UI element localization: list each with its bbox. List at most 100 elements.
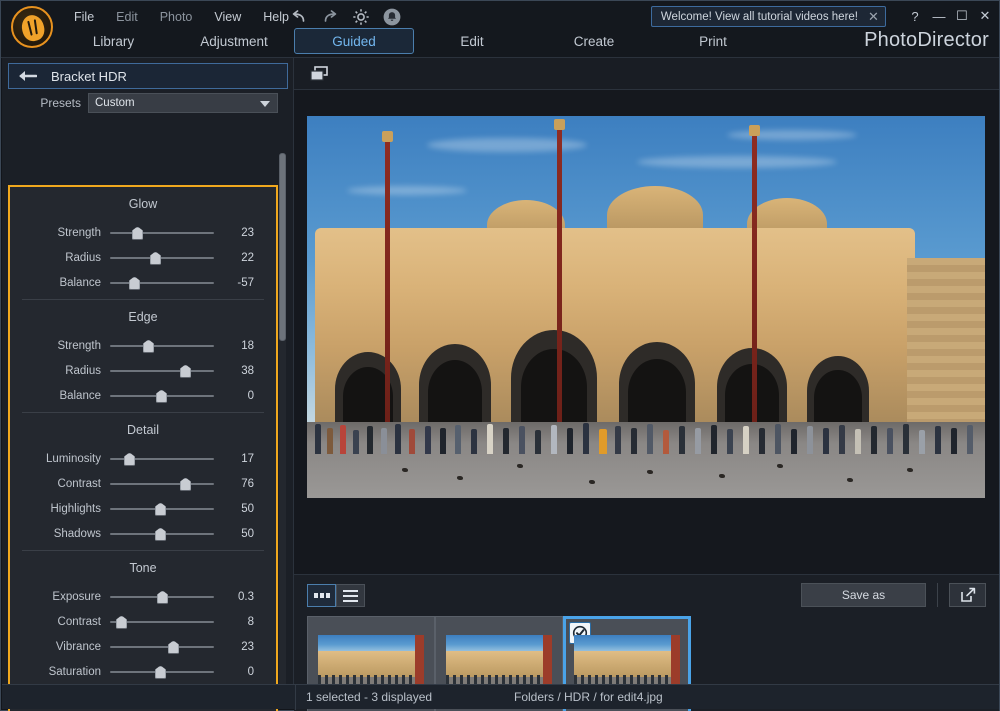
maximize-button[interactable]: ☐ [950,5,974,27]
slider-track[interactable] [110,502,214,516]
slider-handle[interactable] [129,277,140,290]
help-button[interactable]: ? [903,5,927,27]
slider-track[interactable] [110,640,214,654]
slider-glow-strength[interactable]: Strength 23 [10,220,276,245]
slider-handle[interactable] [116,616,127,629]
slider-track[interactable] [110,251,214,265]
slider-handle[interactable] [168,641,179,654]
save-as-button[interactable]: Save as [801,583,926,607]
presets-row: Presets Custom [8,92,278,114]
slider-edge-balance[interactable]: Balance 0 [10,383,276,408]
grid-view-icon[interactable] [307,584,336,607]
presets-dropdown[interactable]: Custom [88,93,278,113]
slider-value: 38 [214,365,266,377]
slider-label: Luminosity [10,453,110,465]
close-icon[interactable]: ✕ [866,9,881,24]
minimize-button[interactable]: — [927,5,951,27]
slider-handle[interactable] [157,591,168,604]
slider-label: Radius [10,252,110,264]
slider-handle[interactable] [143,340,154,353]
slider-handle[interactable] [132,227,143,240]
slider-handle[interactable] [155,528,166,541]
slider-detail-shadows[interactable]: Shadows 50 [10,521,276,546]
slider-handle[interactable] [150,252,161,265]
slider-track[interactable] [110,389,214,403]
slider-track[interactable] [110,477,214,491]
slider-track[interactable] [110,527,214,541]
section-title-edge: Edge [10,300,276,333]
slider-track[interactable] [110,276,214,290]
scrollbar-thumb[interactable] [279,153,286,341]
menu-photo[interactable]: Photo [149,6,204,28]
slider-handle[interactable] [156,390,167,403]
slider-track[interactable] [110,590,214,604]
slider-track[interactable] [110,364,214,378]
slider-handle[interactable] [155,666,166,679]
tab-adjustment[interactable]: Adjustment [179,28,289,54]
divider [937,583,938,607]
photo-preview[interactable] [307,116,985,498]
slider-value: -57 [214,277,266,289]
left-adjustment-panel: Bracket HDR Presets Custom Glow Strength… [2,58,294,694]
redo-icon[interactable] [320,7,340,27]
slider-tone-vibrance[interactable]: Vibrance 23 [10,634,276,659]
menu-edit[interactable]: Edit [105,6,149,28]
selection-status: 1 selected - 3 displayed [306,690,432,704]
list-view-icon[interactable] [336,584,365,607]
gear-icon[interactable] [351,7,371,27]
slider-value: 76 [214,478,266,490]
tab-print[interactable]: Print [669,28,757,54]
menu-file[interactable]: File [63,6,105,28]
adjustment-sliders-group: Glow Strength 23 Radius 22 Balance -57 [8,185,278,711]
slider-track[interactable] [110,339,214,353]
bell-notification-icon[interactable] [382,7,402,27]
menu-view[interactable]: View [203,6,252,28]
viewer-toolbar [294,58,999,90]
left-panel-scrollbar[interactable] [279,153,286,709]
brand-title: PhotoDirector [864,29,989,52]
tab-edit[interactable]: Edit [429,28,515,54]
section-tone: Tone Exposure 0.3 Contrast 8 Vibrance 23 [10,551,276,684]
slider-edge-radius[interactable]: Radius 38 [10,358,276,383]
slider-detail-luminosity[interactable]: Luminosity 17 [10,446,276,471]
slider-value: 0.3 [214,591,266,603]
welcome-notification-banner[interactable]: Welcome! View all tutorial videos here! … [651,6,886,27]
presets-value: Custom [95,97,135,109]
slider-track[interactable] [110,665,214,679]
slider-value: 50 [214,528,266,540]
slider-label: Strength [10,227,110,239]
back-arrow-icon[interactable] [9,64,45,88]
slider-glow-radius[interactable]: Radius 22 [10,245,276,270]
filmstrip-toolbar: Save as [294,574,999,614]
tab-library[interactable]: Library [66,28,161,54]
section-title-detail: Detail [10,413,276,446]
main-content-area: Save as [294,58,999,694]
slider-handle[interactable] [155,503,166,516]
slider-value: 50 [214,503,266,515]
panel-header: Bracket HDR [8,63,288,89]
slider-handle[interactable] [180,365,191,378]
slider-tone-saturation[interactable]: Saturation 0 [10,659,276,684]
slider-tone-contrast[interactable]: Contrast 8 [10,609,276,634]
export-icon[interactable] [949,583,986,607]
slider-detail-highlights[interactable]: Highlights 50 [10,496,276,521]
view-mode-toggle [307,584,365,607]
slider-value: 0 [214,666,266,678]
close-button[interactable]: ✕ [973,5,997,27]
slider-handle[interactable] [180,478,191,491]
slider-track[interactable] [110,452,214,466]
tab-guided[interactable]: Guided [294,28,414,54]
slider-detail-contrast[interactable]: Contrast 76 [10,471,276,496]
statusbar: 1 selected - 3 displayed Folders / HDR /… [2,684,999,709]
slider-track[interactable] [110,226,214,240]
tab-create[interactable]: Create [549,28,639,54]
slider-value: 23 [214,227,266,239]
undo-icon[interactable] [289,7,309,27]
slider-edge-strength[interactable]: Strength 18 [10,333,276,358]
slider-tone-exposure[interactable]: Exposure 0.3 [10,584,276,609]
slider-value: 18 [214,340,266,352]
slider-glow-balance[interactable]: Balance -57 [10,270,276,295]
dual-view-icon[interactable] [307,63,331,85]
slider-handle[interactable] [124,453,135,466]
slider-track[interactable] [110,615,214,629]
